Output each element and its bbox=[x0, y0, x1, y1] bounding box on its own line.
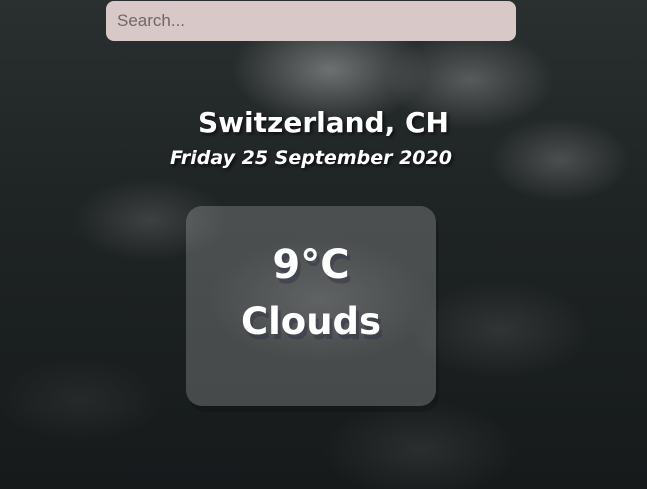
weather-card: 9°C Clouds bbox=[186, 206, 436, 406]
temperature: 9°C bbox=[272, 242, 350, 288]
location-name: Switzerland, CH bbox=[198, 106, 449, 139]
search-input[interactable] bbox=[106, 1, 516, 41]
search-box bbox=[106, 1, 516, 41]
weather-condition: Clouds bbox=[240, 300, 382, 343]
current-date: Friday 25 September 2020 bbox=[170, 147, 452, 169]
